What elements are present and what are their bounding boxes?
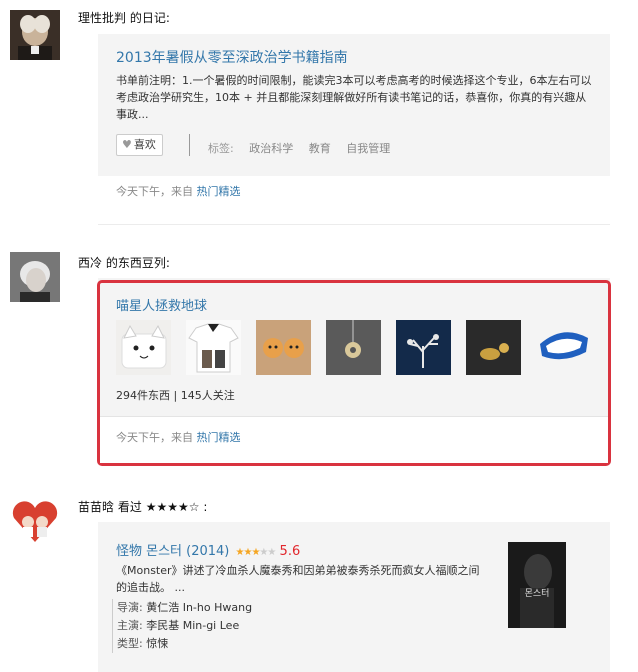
- feed-meta: 今天下午，来自 热门精选: [116, 183, 241, 199]
- genre-key: 类型:: [117, 637, 143, 650]
- heart-portrait-image: [12, 501, 58, 542]
- cat-necklace-image: [345, 320, 361, 358]
- director-key: 导演:: [117, 601, 143, 614]
- movie-poster[interactable]: 몬스터: [508, 542, 566, 628]
- item-thumbnail[interactable]: [396, 320, 451, 375]
- item-thumbnail[interactable]: [466, 320, 521, 375]
- cat-bowl-image: [540, 332, 588, 360]
- rating-value: 5.6: [279, 544, 301, 559]
- item-thumbnail[interactable]: [256, 320, 311, 375]
- feed-header: 理性批判 的日记:: [78, 9, 170, 26]
- avatar[interactable]: [10, 252, 60, 302]
- feed-header: 苗苗晗 看过 ★★★★☆ :: [78, 498, 207, 515]
- tag-item[interactable]: 教育: [309, 142, 331, 155]
- timestamp: 今天下午，来自: [116, 431, 193, 444]
- poster-image: [508, 542, 566, 628]
- cast-value[interactable]: 李民基 Min-gi Lee: [146, 619, 239, 632]
- cat-tree-image: [407, 334, 439, 368]
- heart-icon: ♥: [122, 138, 132, 151]
- diary-title-link[interactable]: 2013年暑假从零至深政治学书籍指南: [116, 47, 348, 67]
- cat-ring-image: [480, 343, 509, 360]
- like-label: 喜欢: [133, 138, 156, 151]
- genre-value: 惊悚: [146, 637, 169, 650]
- genre-row: 类型: 惊悚: [117, 635, 252, 653]
- portrait-image: [10, 10, 60, 60]
- divider: [98, 224, 610, 225]
- avatar[interactable]: [10, 10, 60, 60]
- tag-item[interactable]: 政治科学: [249, 142, 293, 155]
- action-text: 看过: [117, 500, 142, 514]
- user-rating-stars: ★★★★☆: [145, 500, 200, 514]
- star-on: ★★★: [235, 547, 261, 558]
- cat-shirt-image: [188, 323, 239, 373]
- like-button[interactable]: ♥ 喜欢: [116, 134, 163, 156]
- feed-header: 西冷 的东西豆列:: [78, 254, 170, 271]
- timestamp: 今天下午，来自: [116, 185, 193, 198]
- colon-text: :: [203, 500, 208, 514]
- divider: [189, 134, 190, 156]
- doulist-stats: 294件东西 | 145人关注: [116, 389, 235, 402]
- source-link[interactable]: 热门精选: [197, 185, 241, 198]
- item-thumbnail[interactable]: [326, 320, 381, 375]
- cast-key: 主演:: [117, 619, 143, 632]
- avatar[interactable]: [10, 496, 60, 546]
- movie-title-link[interactable]: 怪物 몬스터 (2014): [116, 544, 229, 559]
- item-thumbnail[interactable]: [186, 320, 241, 375]
- doulist-title-link[interactable]: 喵星人拯救地球: [116, 295, 207, 314]
- user-link[interactable]: 苗苗晗: [78, 500, 114, 514]
- source-link[interactable]: 热门精选: [197, 431, 241, 444]
- tags-label: 标签:: [208, 142, 234, 155]
- cat-pillow-image: [121, 324, 167, 369]
- director-row: 导演: 黄仁浩 In-ho Hwang: [117, 599, 252, 617]
- movie-title-row: 怪物 몬스터 (2014) ★★★★★ 5.6: [116, 540, 300, 559]
- tag-item[interactable]: 自我管理: [346, 142, 390, 155]
- tag-list: 标签: 政治科学 教育 自我管理: [208, 140, 390, 156]
- feed-meta: 今天下午，来自 热门精选: [116, 429, 241, 445]
- movie-info: 导演: 黄仁浩 In-ho Hwang 主演: 李民基 Min-gi Lee 类…: [112, 599, 252, 653]
- user-link[interactable]: 西冷: [78, 256, 102, 270]
- rating-stars: ★★★★★: [236, 547, 278, 558]
- item-thumbnail[interactable]: [536, 320, 591, 375]
- item-thumbnail[interactable]: [116, 320, 171, 375]
- star-off: ★★: [259, 547, 276, 558]
- movie-summary: 《Monster》讲述了冷血杀人魔泰秀和因弟弟被泰秀杀死而疯女人福顺之间的追击战…: [116, 564, 480, 594]
- diary-excerpt: 书单前注明：1.一个暑假的时间限制，能读完3本可以考虑高考的时候选择这个专业，6…: [116, 74, 592, 121]
- poster-title: 몬스터: [524, 589, 550, 599]
- user-link[interactable]: 理性批判: [78, 11, 126, 25]
- portrait-image: [10, 252, 60, 302]
- cast-row: 主演: 李民基 Min-gi Lee: [117, 617, 252, 635]
- action-text: 的日记:: [129, 11, 170, 25]
- action-text: 的东西豆列:: [105, 256, 170, 270]
- cat-earrings-image: [263, 338, 304, 358]
- director-value[interactable]: 黄仁浩 In-ho Hwang: [146, 601, 252, 614]
